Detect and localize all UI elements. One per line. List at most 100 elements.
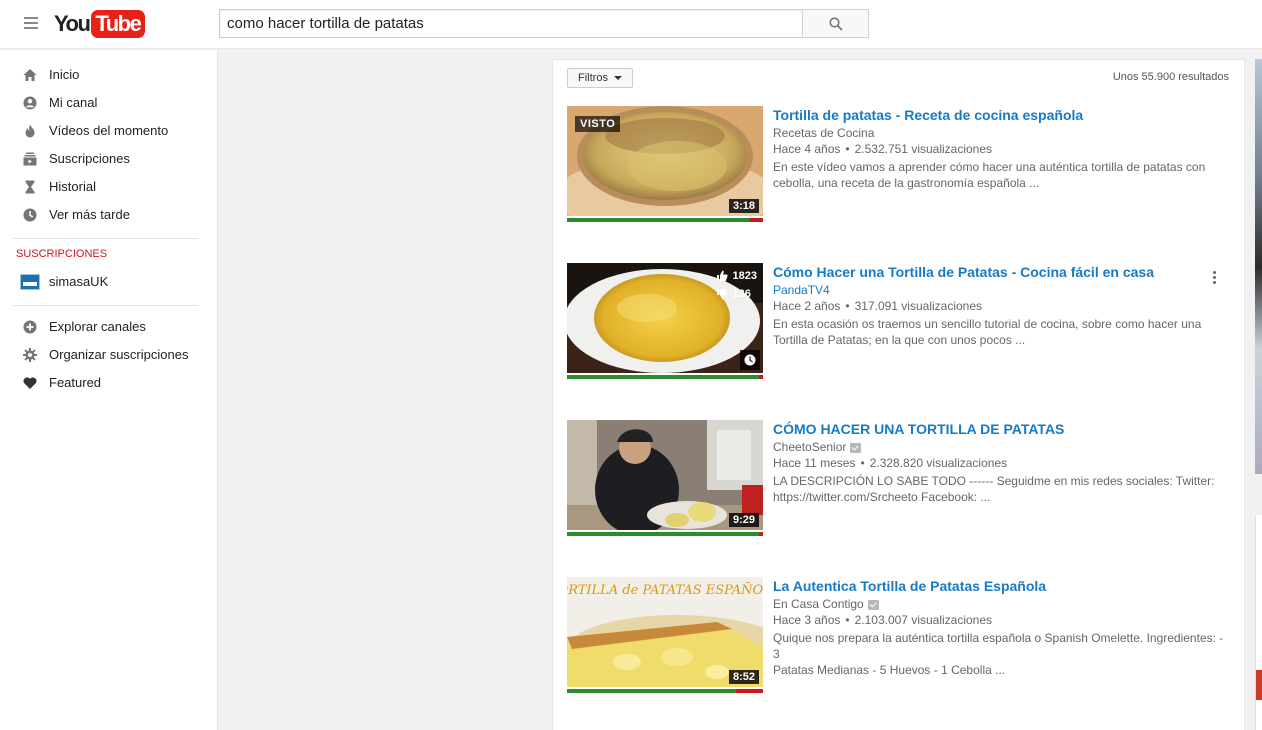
video-info: Tortilla de patatas - Receta de cocina e…	[773, 106, 1233, 191]
video-thumbnail[interactable]: TORTILLA de PATATAS ESPAÑOLA 8:52	[567, 577, 763, 687]
right-sidebar-thumbnail-strip	[1255, 59, 1262, 474]
upload-age: Hace 11 meses	[773, 456, 856, 470]
subscriptions-icon	[23, 152, 37, 166]
verified-icon	[850, 442, 862, 453]
sidebar-item-explorar-canales[interactable]: Explorar canales	[0, 313, 218, 341]
sidebar-item-historial[interactable]: Historial	[0, 173, 218, 201]
flame-icon	[25, 124, 35, 138]
separator-dot: •	[845, 299, 850, 313]
watch-progress-bar	[567, 218, 763, 222]
dislike-count: 136	[732, 288, 751, 300]
verified-icon	[867, 599, 879, 610]
like-count: 1823	[732, 270, 757, 282]
watch-progress-bar	[567, 375, 763, 379]
sidebar-item-label: Featured	[49, 375, 102, 390]
view-count: 2.532.751 visualizaciones	[854, 142, 993, 156]
search-results: Filtros Unos 55.900 resultados VISTO 3:1…	[552, 59, 1245, 730]
video-thumbnail[interactable]: 9:29	[567, 420, 763, 530]
watched-badge: VISTO	[575, 116, 621, 132]
video-title-link[interactable]: La Autentica Tortilla de Patatas Español…	[773, 577, 1233, 595]
sidebar-item-videos-del-momento[interactable]: Vídeos del momento	[0, 117, 218, 145]
watch-progress-bar	[567, 689, 763, 693]
sidebar-item-label: Historial	[49, 179, 96, 194]
sidebar-item-suscripciones[interactable]: Suscripciones	[0, 145, 218, 173]
hamburger-icon[interactable]	[24, 17, 38, 29]
channel-name-text: Recetas de Cocina	[773, 126, 875, 140]
search-button[interactable]	[802, 9, 869, 38]
search-icon	[828, 16, 843, 31]
description-line: En este vídeo vamos a aprender cómo hace…	[773, 160, 1206, 174]
channel-avatar	[20, 274, 40, 290]
clock-icon	[744, 354, 756, 366]
video-title-link[interactable]: CÓMO HACER UNA TORTILLA DE PATATAS	[773, 420, 1233, 438]
sidebar-item-organizar-suscripciones[interactable]: Organizar suscripciones	[0, 341, 218, 369]
video-description: En este vídeo vamos a aprender cómo hace…	[773, 159, 1233, 191]
sidebar-subscription-simasauk[interactable]: simasaUK	[0, 268, 218, 296]
progress-remaining	[759, 532, 763, 536]
watch-progress-bar	[567, 532, 763, 536]
user-icon	[23, 96, 37, 110]
upload-age: Hace 4 años	[773, 142, 841, 156]
sidebar-item-mi-canal[interactable]: Mi canal	[0, 89, 218, 117]
thumbs-up-icon	[716, 270, 728, 281]
description-line: Tortilla de Patatas; en la que con unos …	[773, 333, 1026, 347]
video-duration: 3:18	[728, 199, 759, 213]
video-result: 1823 136 Cómo Hacer una Tortilla de Pata…	[567, 263, 1235, 383]
channel-name[interactable]: PandaTV4	[773, 282, 1233, 299]
video-meta: Hace 11 meses • 2.328.820 visualizaciones	[773, 456, 1233, 471]
youtube-logo[interactable]: You Tube	[54, 10, 146, 38]
guide-sidebar: Inicio Mi canal Vídeos del momento Suscr…	[0, 50, 218, 730]
video-info: La Autentica Tortilla de Patatas Español…	[773, 577, 1233, 678]
upload-age: Hace 2 años	[773, 299, 841, 313]
view-count: 2.328.820 visualizaciones	[869, 456, 1008, 470]
separator-dot: •	[845, 613, 850, 627]
thumbnail-overlay-text: TORTILLA de PATATAS ESPAÑOLA	[567, 582, 763, 598]
video-description: LA DESCRIPCIÓN LO SABE TODO ------ Segui…	[773, 473, 1233, 505]
channel-name[interactable]: En Casa Contigo	[773, 596, 1233, 613]
clock-icon	[23, 208, 37, 222]
video-title-link[interactable]: Cómo Hacer una Tortilla de Patatas - Coc…	[773, 263, 1233, 281]
sidebar-item-featured[interactable]: Featured	[0, 369, 218, 397]
home-icon	[23, 69, 37, 81]
search-input[interactable]	[219, 9, 803, 38]
watch-later-button[interactable]	[740, 350, 760, 370]
video-meta: Hace 2 años • 317.091 visualizaciones	[773, 299, 1233, 314]
channel-name[interactable]: Recetas de Cocina	[773, 125, 1233, 142]
thumbs-down-icon	[716, 289, 728, 300]
masthead: You Tube	[0, 0, 1262, 49]
result-count: Unos 55.900 resultados	[1112, 71, 1229, 83]
right-sidebar-red-accent	[1256, 670, 1262, 700]
sidebar-item-label: Suscripciones	[49, 151, 130, 166]
plus-circle-icon	[23, 320, 37, 334]
logo-tube-text: Tube	[91, 10, 146, 38]
video-result: VISTO 3:18 Tortilla de patatas - Receta …	[567, 106, 1235, 226]
video-info: Cómo Hacer una Tortilla de Patatas - Coc…	[773, 263, 1233, 348]
video-description: En esta ocasión os traemos un sencillo t…	[773, 316, 1233, 348]
description-line: En esta ocasión os traemos un sencillo t…	[773, 317, 1202, 331]
video-meta: Hace 3 años • 2.103.007 visualizaciones	[773, 613, 1233, 628]
video-title-link[interactable]: Tortilla de patatas - Receta de cocina e…	[773, 106, 1233, 124]
video-info: CÓMO HACER UNA TORTILLA DE PATATAS Cheet…	[773, 420, 1233, 505]
more-options-icon[interactable]	[1213, 271, 1217, 285]
sidebar-item-label: simasaUK	[49, 274, 109, 289]
video-result: 9:29 CÓMO HACER UNA TORTILLA DE PATATAS …	[567, 420, 1235, 540]
sidebar-item-label: Vídeos del momento	[49, 123, 169, 138]
caret-down-icon	[613, 76, 622, 80]
sidebar-item-inicio[interactable]: Inicio	[0, 61, 218, 89]
sidebar-item-label: Explorar canales	[49, 319, 146, 334]
video-meta: Hace 4 años • 2.532.751 visualizaciones	[773, 142, 1233, 157]
video-thumbnail[interactable]: 1823 136	[567, 263, 763, 373]
progress-remaining	[749, 218, 763, 222]
heart-icon	[23, 377, 37, 389]
progress-remaining	[736, 689, 763, 693]
gear-icon	[23, 348, 37, 362]
sidebar-item-ver-mas-tarde[interactable]: Ver más tarde	[0, 201, 218, 229]
like-stats: 1823 136	[716, 267, 757, 303]
filters-label: Filtros	[578, 72, 608, 84]
video-thumbnail[interactable]: VISTO 3:18	[567, 106, 763, 216]
filters-button[interactable]: Filtros	[567, 68, 633, 88]
logo-you-text: You	[54, 11, 91, 36]
channel-name[interactable]: CheetoSenior	[773, 439, 1233, 456]
channel-name-text: En Casa Contigo	[773, 597, 864, 611]
sidebar-item-label: Mi canal	[49, 95, 98, 110]
